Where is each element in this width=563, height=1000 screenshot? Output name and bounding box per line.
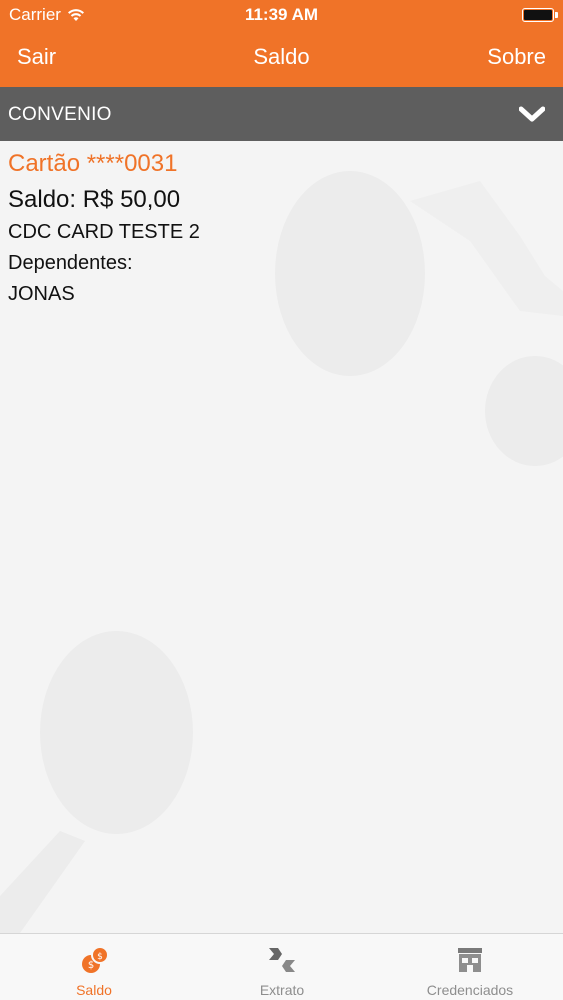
svg-text:$: $ (97, 952, 103, 962)
convenio-label: CONVENIO (8, 104, 112, 125)
tab-extrato[interactable]: Extrato (188, 934, 376, 1000)
tab-saldo[interactable]: $ $ Saldo (0, 934, 188, 1000)
balance-amount: Saldo: R$ 50,00 (8, 186, 181, 213)
tab-credenciados-label: Credenciados (426, 982, 514, 998)
card-number: Cartão ****0031 (8, 150, 178, 177)
tab-saldo-label: Saldo (76, 982, 112, 998)
store-icon (458, 948, 482, 972)
svg-text:$: $ (88, 960, 94, 971)
convenio-selector[interactable]: CONVENIO (0, 87, 563, 141)
page-title: Saldo (253, 44, 310, 69)
card-holder: CDC CARD TESTE 2 (8, 221, 200, 243)
sobre-button[interactable]: Sobre (487, 44, 546, 70)
dependent-name: JONAS (8, 283, 75, 305)
top-bar: Carrier 11:39 AM Sair Saldo Sobre (0, 0, 563, 87)
tab-bar: $ $ Saldo Extrato Credenciados (0, 933, 563, 1000)
card-details: Cartão ****0031 Saldo: R$ 50,00 CDC CARD… (8, 149, 200, 310)
status-time: 11:39 AM (244, 5, 319, 24)
navigation-bar: Sair Saldo Sobre (0, 40, 563, 76)
tab-extrato-label: Extrato (259, 982, 305, 998)
battery-icon (522, 8, 558, 22)
balance-content: Cartão ****0031 Saldo: R$ 50,00 CDC CARD… (0, 141, 563, 933)
tab-credenciados[interactable]: Credenciados (376, 934, 563, 1000)
extrato-arrows-icon (269, 948, 295, 972)
status-bar: Carrier 11:39 AM (0, 4, 563, 26)
chevron-down-icon[interactable] (519, 103, 545, 125)
dependents-label: Dependentes: (8, 252, 133, 274)
coins-icon: $ $ (82, 946, 109, 973)
